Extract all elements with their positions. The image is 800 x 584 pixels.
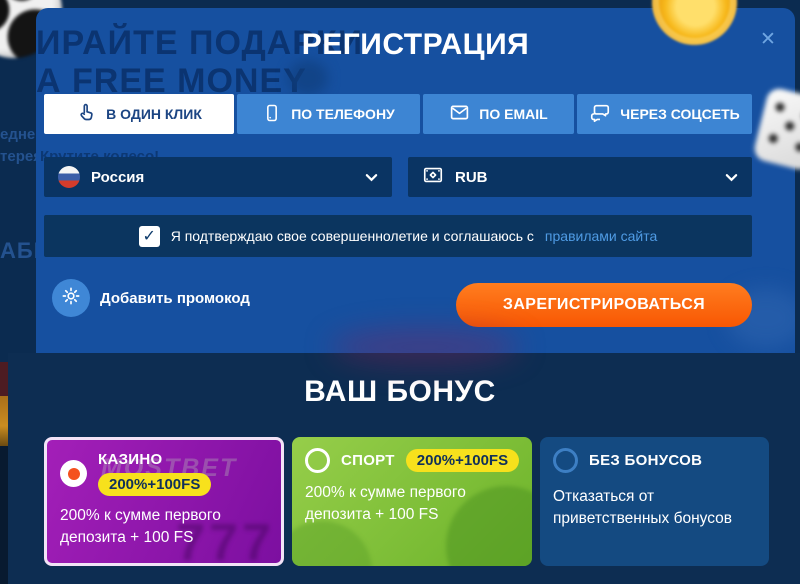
- chat-bubbles-icon: [589, 102, 611, 127]
- bonus-card-casino[interactable]: MOSTBET 777 КАЗИНО 200%+100FS 200% к сум…: [44, 437, 284, 566]
- currency-select-value: RUB: [455, 169, 488, 186]
- tab-label: В ОДИН КЛИК: [106, 106, 202, 122]
- bonus-badge: 200%+100FS: [406, 449, 519, 472]
- country-select-value: Россия: [91, 169, 144, 186]
- radio-unselected-icon[interactable]: [305, 448, 330, 473]
- background-text-fragment: едневн: [0, 126, 36, 143]
- decor-blob: [330, 328, 520, 366]
- one-click-hand-icon: [76, 102, 97, 126]
- card-description: 200% к сумме первого депозита + 100 FS: [60, 505, 268, 550]
- promocode-button[interactable]: [52, 279, 90, 317]
- close-icon[interactable]: ✕: [756, 28, 780, 52]
- bonus-card-no-bonus[interactable]: БЕЗ БОНУСОВ Отказаться от приветственных…: [540, 437, 769, 566]
- tab-one-click[interactable]: В ОДИН КЛИК: [44, 94, 234, 134]
- card-description: Отказаться от приветственных бонусов: [553, 486, 753, 531]
- select-row: Россия RUB: [44, 157, 752, 197]
- country-select[interactable]: Россия: [44, 157, 392, 197]
- tab-by-email[interactable]: ПО EMAIL: [423, 94, 574, 134]
- bonus-title: ВАШ БОНУС: [8, 375, 792, 409]
- russia-flag-icon: [58, 166, 80, 188]
- card-label: БЕЗ БОНУСОВ: [589, 452, 702, 469]
- bonus-badge: 200%+100FS: [98, 473, 211, 496]
- tab-label: ЧЕРЕЗ СОЦСЕТЬ: [620, 106, 739, 122]
- bonus-panel: ВАШ БОНУС MOSTBET 777 КАЗИНО 200%+100FS …: [8, 353, 800, 584]
- promocode-label[interactable]: Добавить промокод: [100, 290, 250, 307]
- register-button[interactable]: ЗАРЕГИСТРИРОВАТЬСЯ: [456, 283, 752, 327]
- background-fragment: [0, 396, 8, 446]
- card-description: 200% к сумме первого депозита + 100 FS: [305, 482, 515, 527]
- gear-icon: [61, 286, 81, 311]
- consent-text: Я подтверждаю свое совершеннолетие и сог…: [171, 228, 534, 244]
- tab-by-phone[interactable]: ПО ТЕЛЕФОНУ: [237, 94, 420, 134]
- banknote-icon: [422, 164, 444, 190]
- tab-via-social[interactable]: ЧЕРЕЗ СОЦСЕТЬ: [577, 94, 752, 134]
- chevron-down-icon: [725, 169, 738, 186]
- background-fragment: [0, 362, 8, 396]
- bonus-card-sport[interactable]: СПОРТ 200%+100FS 200% к сумме первого де…: [292, 437, 532, 566]
- registration-tabs: В ОДИН КЛИК ПО ТЕЛЕФОНУ: [44, 94, 752, 134]
- envelope-icon: [449, 102, 470, 126]
- radio-selected-icon[interactable]: [60, 460, 87, 487]
- registration-screen: едневн терея! Кр АБРАТЬ ИРАЙТЕ ПОДАРКИ А…: [0, 0, 800, 584]
- site-rules-link[interactable]: правилами сайта: [545, 228, 657, 244]
- card-label: КАЗИНО: [98, 451, 162, 468]
- tab-label: ПО EMAIL: [479, 106, 547, 122]
- background-text-fragment: терея! Кр: [0, 148, 36, 165]
- radio-unselected-icon[interactable]: [553, 448, 578, 473]
- currency-select[interactable]: RUB: [408, 157, 752, 197]
- tab-label: ПО ТЕЛЕФОНУ: [291, 106, 395, 122]
- consent-checkbox[interactable]: ✓: [139, 226, 160, 247]
- background-fragment: [0, 446, 8, 584]
- card-label: СПОРТ: [341, 452, 395, 469]
- chevron-down-icon: [365, 169, 378, 186]
- consent-row: ✓ Я подтверждаю свое совершеннолетие и с…: [44, 215, 752, 257]
- background-text-fragment: АБРАТЬ: [0, 238, 36, 264]
- registration-modal: ИРАЙТЕ ПОДАРКИ А FREE MONEY Крутите коле…: [36, 8, 795, 353]
- phone-icon: [262, 103, 282, 126]
